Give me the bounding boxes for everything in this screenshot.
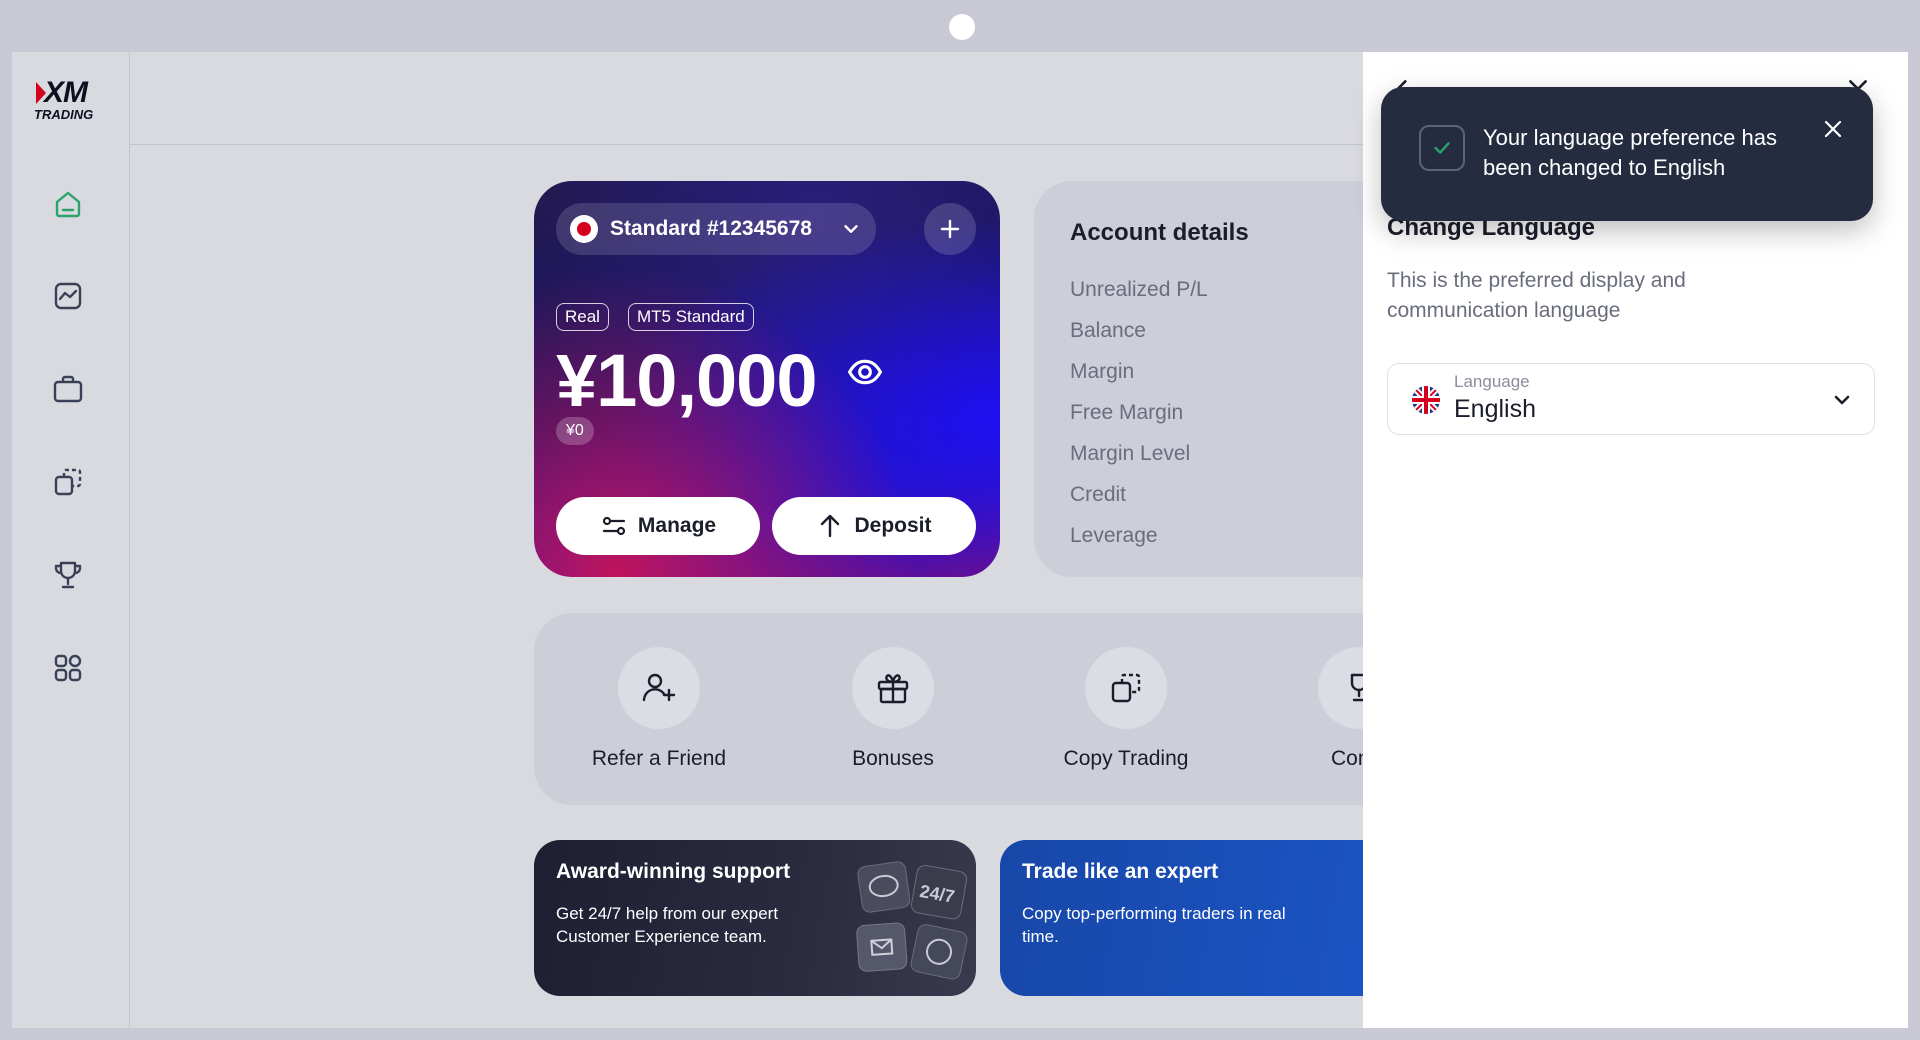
language-field-label: Language [1454, 372, 1530, 391]
success-toast: Your language preference has been change… [1381, 87, 1873, 221]
secondary-balance-badge: ¥0 [556, 417, 594, 445]
chevron-down-icon [1834, 395, 1850, 405]
toast-close-icon[interactable] [1821, 117, 1845, 141]
sidebar-item-competitions[interactable] [48, 555, 88, 595]
copy-trading-icon [1111, 673, 1141, 703]
add-account-button[interactable] [924, 203, 976, 255]
detail-margin: Margin [1070, 360, 1135, 383]
detail-credit: Credit [1070, 483, 1127, 506]
promo-copy-trading[interactable]: Trade like an expert Copy top-performing… [1000, 840, 1420, 996]
toast-message: Your language preference has been change… [1483, 125, 1777, 180]
promo-copy-text: Copy top-performing traders in real time… [1022, 904, 1286, 946]
plus-icon [940, 219, 960, 239]
briefcase-icon [53, 375, 83, 403]
sidebar-item-home[interactable] [48, 184, 88, 224]
copy-trading-label: Copy Trading [1063, 747, 1189, 770]
eye-icon[interactable] [846, 353, 884, 391]
promo-support[interactable]: Award-winning support Get 24/7 help from… [534, 840, 976, 996]
language-field-value: English [1454, 395, 1536, 423]
detail-balance: Balance [1070, 319, 1146, 342]
account-details-title: Account details [1070, 219, 1249, 246]
account-selector[interactable]: Standard #12345678 [556, 203, 876, 255]
trophy-icon [54, 561, 82, 589]
bonuses-button[interactable]: Bonuses [813, 647, 973, 771]
toast-check-badge [1419, 125, 1465, 171]
account-name: Standard #12345678 [610, 217, 812, 240]
quick-actions: Refer a Friend Bonuses Copy Trading Comp [534, 613, 1434, 805]
bonuses-label: Bonuses [852, 747, 934, 770]
support-chat-icon: 24/7 [856, 861, 968, 980]
chevron-down-icon [844, 225, 858, 233]
account-type-tag: Real [556, 303, 609, 331]
sliders-icon [602, 516, 626, 536]
manage-button[interactable]: Manage [556, 497, 760, 555]
account-balance: ¥10,000 [556, 339, 817, 422]
refer-a-friend-label: Refer a Friend [591, 747, 727, 770]
refer-friend-icon [642, 673, 676, 702]
promo-support-text: Get 24/7 help from our expert Customer E… [556, 904, 779, 946]
sidebar-item-apps[interactable] [48, 648, 88, 688]
chart-icon [54, 282, 82, 310]
gift-icon [877, 674, 909, 704]
apps-icon [54, 654, 82, 682]
account-flag-icon [570, 215, 598, 243]
detail-margin-level: Margin Level [1070, 442, 1191, 465]
detail-free-margin: Free Margin [1070, 401, 1184, 424]
account-details-list: Unrealized P/L Balance Margin Free Margi… [1070, 269, 1208, 556]
sidebar-item-copy[interactable] [48, 462, 88, 502]
camera-dot [949, 14, 975, 40]
manage-label: Manage [637, 514, 717, 537]
change-language-description: This is the preferred display and commun… [1387, 269, 1686, 322]
account-card: Standard #12345678 Real MT5 Standard ¥10… [534, 181, 1000, 577]
promo-support-title: Award-winning support [556, 860, 791, 883]
arrow-up-icon [821, 514, 840, 538]
deposit-label: Deposit [854, 514, 932, 537]
detail-leverage: Leverage [1070, 524, 1158, 547]
copy-icon [54, 468, 82, 496]
uk-flag-icon [1412, 386, 1440, 414]
checkmark-icon [1434, 142, 1450, 154]
sidebar: XM TRADING [12, 52, 130, 1028]
deposit-button[interactable]: Deposit [772, 497, 976, 555]
xm-logo[interactable]: XM TRADING [34, 78, 112, 122]
language-select[interactable]: Language English [1387, 363, 1875, 435]
sidebar-item-markets[interactable] [48, 276, 88, 316]
home-icon [55, 191, 81, 218]
refer-a-friend-button[interactable]: Refer a Friend [579, 647, 739, 771]
platform-tag: MT5 Standard [628, 303, 754, 331]
copy-trading-button[interactable]: Copy Trading [1046, 647, 1206, 771]
detail-unrealized-pl: Unrealized P/L [1070, 278, 1208, 301]
promo-copy-title: Trade like an expert [1022, 860, 1219, 883]
sidebar-item-portfolio[interactable] [48, 369, 88, 409]
